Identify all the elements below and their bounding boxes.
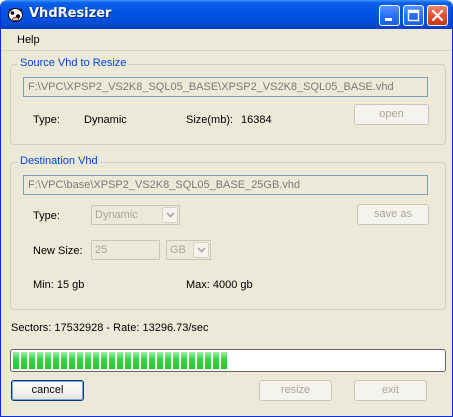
save-as-button[interactable]: save as <box>357 204 429 225</box>
new-size-label: New Size: <box>33 245 83 257</box>
min-size-text: Min: 15 gb <box>33 279 85 291</box>
source-group: Source Vhd to Resize F:\VPC\XPSP2_VS2K8_… <box>10 57 446 145</box>
progress-bar <box>10 349 446 372</box>
window-title: VhdResizer <box>29 6 112 21</box>
source-type-value: Dynamic <box>84 114 127 126</box>
destination-type-select[interactable]: Dynamic <box>91 205 180 225</box>
minimize-button[interactable] <box>379 5 400 26</box>
menu-bar: Help <box>1 29 452 51</box>
destination-group: Destination Vhd F:\VPC\base\XPSP2_VS2K8_… <box>10 155 446 310</box>
cow-icon[interactable] <box>7 6 24 23</box>
source-size-label: Size(mb): <box>186 114 234 126</box>
destination-path-field[interactable]: F:\VPC\base\XPSP2_VS2K8_SQL05_BASE_25GB.… <box>23 175 428 195</box>
max-size-text: Max: 4000 gb <box>186 279 253 291</box>
cancel-button[interactable]: cancel <box>11 380 84 401</box>
status-text: Sectors: 17532928 - Rate: 13296.73/sec <box>11 322 209 334</box>
source-size-value: 16384 <box>241 114 272 126</box>
title-bar[interactable]: VhdResizer <box>1 0 452 29</box>
app-window: VhdResizer Help Source Vhd to Resize F:\… <box>0 0 453 417</box>
destination-group-label: Destination Vhd <box>18 155 100 167</box>
size-unit-select[interactable]: GB <box>166 240 211 260</box>
close-button[interactable] <box>427 5 448 26</box>
menu-item-help[interactable]: Help <box>17 34 40 46</box>
resize-button[interactable]: resize <box>259 380 332 401</box>
destination-type-value: Dynamic <box>95 209 138 221</box>
open-button[interactable]: open <box>354 104 429 125</box>
chevron-down-icon <box>162 207 178 223</box>
minimize-icon <box>385 18 392 21</box>
maximize-button[interactable] <box>403 5 424 26</box>
exit-button[interactable]: exit <box>354 380 427 401</box>
source-type-label: Type: <box>33 114 60 126</box>
chevron-down-icon <box>193 242 209 258</box>
source-path-field[interactable]: F:\VPC\XPSP2_VS2K8_SQL05_BASE\XPSP2_VS2K… <box>23 77 428 97</box>
progress-fill <box>13 352 227 369</box>
close-icon <box>431 9 444 22</box>
destination-type-label: Type: <box>33 210 60 222</box>
size-unit-value: GB <box>170 244 186 256</box>
new-size-input[interactable]: 25 <box>91 240 160 260</box>
source-group-label: Source Vhd to Resize <box>18 57 129 69</box>
maximize-icon <box>407 9 420 22</box>
